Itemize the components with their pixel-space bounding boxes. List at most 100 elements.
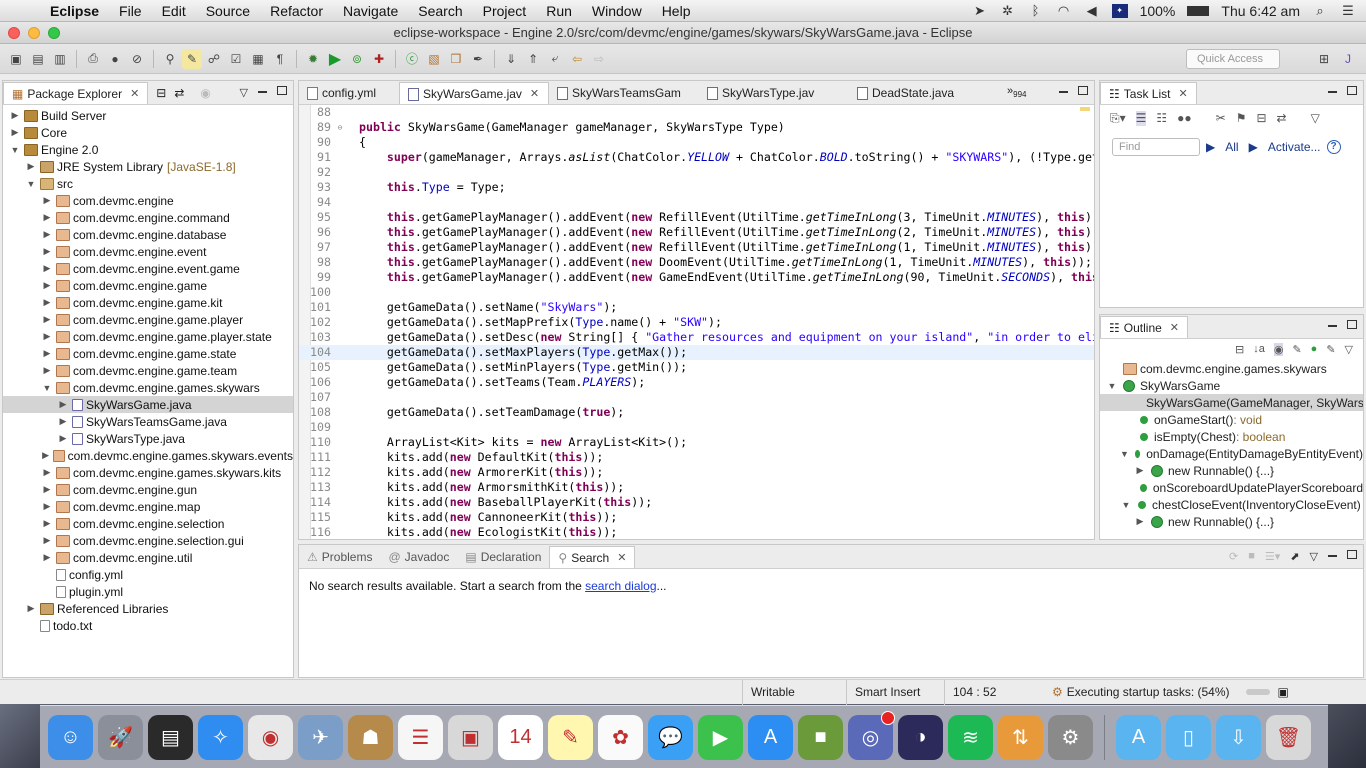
last-edit-icon[interactable]: ⤶ xyxy=(545,49,565,69)
view-menu-chevron-down-icon[interactable]: ▽ xyxy=(1311,111,1320,126)
cancel-search-icon[interactable]: ■ xyxy=(1248,550,1255,563)
tab-problems[interactable]: ⚠ Problems xyxy=(299,546,380,568)
outline-item[interactable]: ▼ onDamage(EntityDamageByEntityEvent) xyxy=(1100,445,1363,462)
new-java-class-icon[interactable]: ⓒ xyxy=(402,49,422,69)
quick-access-input[interactable]: Quick Access xyxy=(1186,49,1280,69)
code-line[interactable]: 109 xyxy=(299,420,1094,435)
chevron-right-icon[interactable]: ▶ xyxy=(41,229,53,240)
outline-item[interactable]: ▼ SkyWarsGame xyxy=(1100,377,1363,394)
view-menu-chevron-down-icon[interactable]: ▽ xyxy=(240,86,248,99)
tree-item[interactable]: ▼ Engine 2.0 xyxy=(3,141,293,158)
hide-fields-icon[interactable]: ◉ xyxy=(1273,343,1284,356)
task-status-text[interactable]: Executing startup tasks: (54%) xyxy=(1067,685,1230,699)
prev-annotation-icon[interactable]: ⇑ xyxy=(523,49,543,69)
tree-item[interactable]: ▶ SkyWarsType.java xyxy=(3,430,293,447)
code-line[interactable]: 103 getGameData().setDesc(new String[] {… xyxy=(299,330,1094,345)
tree-item[interactable]: ▶ com.devmc.engine.util xyxy=(3,549,293,566)
spotlight-search-icon[interactable]: ⌕ xyxy=(1312,3,1328,18)
menu-refactor[interactable]: Refactor xyxy=(260,3,333,19)
highlight-icon[interactable]: ✎ xyxy=(182,48,202,69)
safari-icon[interactable]: ✧ xyxy=(198,714,243,760)
clock[interactable]: Thu 6:42 am xyxy=(1221,3,1300,19)
tab-declaration[interactable]: ▤ Declaration xyxy=(457,546,549,568)
chevron-right-icon[interactable]: ▶ xyxy=(1134,465,1146,476)
photo-booth-icon[interactable]: ▣ xyxy=(448,714,493,760)
save-all-icon[interactable]: ▥ xyxy=(50,49,70,69)
show-ui-legend-icon[interactable]: ⚑ xyxy=(1236,111,1247,126)
java-perspective-icon[interactable]: J xyxy=(1338,49,1358,69)
sort-icon[interactable]: ↓a xyxy=(1253,343,1265,356)
code-line[interactable]: 110 ArrayList<Kit> kits = new ArrayList<… xyxy=(299,435,1094,450)
outline-item[interactable]: ▶ new Runnable() {...} xyxy=(1100,462,1363,479)
run-icon[interactable]: ▶ xyxy=(325,49,345,69)
tree-item[interactable]: ▼ com.devmc.engine.games.skywars xyxy=(3,379,293,396)
chevron-right-icon[interactable]: ▶ xyxy=(41,535,53,546)
editor-tab[interactable]: config.yml xyxy=(299,82,399,104)
focus-workweek-icon[interactable]: ✂ xyxy=(1216,111,1226,126)
eclipse-icon[interactable]: ◑ xyxy=(898,714,943,760)
tree-item[interactable]: ▶ com.devmc.engine.selection.gui xyxy=(3,532,293,549)
hint-icon[interactable]: ⚲ xyxy=(160,49,180,69)
contacts-icon[interactable]: ☗ xyxy=(348,714,393,760)
close-icon[interactable]: ✕ xyxy=(1178,87,1187,100)
code-line[interactable]: 90 { xyxy=(299,135,1094,150)
minimize-view-button[interactable] xyxy=(1328,555,1337,557)
chevron-right-icon[interactable]: ▶ xyxy=(41,484,53,495)
code-line[interactable]: 89 ⊖ public SkyWarsGame(GameManager gameMa… xyxy=(299,120,1094,135)
menu-project[interactable]: Project xyxy=(473,3,537,19)
applications-folder-icon[interactable]: A xyxy=(1116,714,1161,760)
chevron-right-icon[interactable]: ▶ xyxy=(41,450,50,461)
open-perspective-icon[interactable]: ⊞ xyxy=(1314,49,1334,69)
back-icon[interactable]: ⇦ xyxy=(567,49,587,69)
tree-item[interactable]: ▶ com.devmc.engine.database xyxy=(3,226,293,243)
tab-outline[interactable]: ☷ Outline ✕ xyxy=(1100,316,1189,338)
chevron-right-icon[interactable]: ▶ xyxy=(41,467,53,478)
help-icon[interactable]: ? xyxy=(1326,140,1341,154)
code-line[interactable]: 88 xyxy=(299,105,1094,120)
scheduled-icon[interactable]: ☷ xyxy=(1156,111,1167,126)
open-type-icon[interactable]: ❒ xyxy=(446,49,466,69)
close-icon[interactable]: ✕ xyxy=(1170,321,1179,334)
link-editor-icon[interactable]: ⇄ xyxy=(174,86,184,100)
tree-item[interactable]: ▶ com.devmc.engine.map xyxy=(3,498,293,515)
external-tools-icon[interactable]: ✚ xyxy=(369,49,389,69)
messages-icon[interactable]: 💬 xyxy=(648,714,693,760)
tree-item[interactable]: ▶ Referenced Libraries xyxy=(3,600,293,617)
system-preferences-icon[interactable]: ⚙ xyxy=(1048,714,1093,760)
close-icon[interactable]: ✕ xyxy=(130,87,139,100)
tab-task-list[interactable]: ☷ Task List ✕ xyxy=(1100,82,1197,104)
launchpad-icon[interactable]: 🚀 xyxy=(98,714,143,760)
code-line[interactable]: 112 kits.add(new ArmorerKit(this)); xyxy=(299,465,1094,480)
sync-icon[interactable]: ⇄ xyxy=(1277,111,1287,126)
chevron-right-icon[interactable]: ▶ xyxy=(25,603,37,614)
minimize-window-button[interactable] xyxy=(28,26,40,39)
code-line[interactable]: 104 getGameData().setMaxPlayers(Type.get… xyxy=(299,345,1094,360)
task-icon[interactable]: ☑ xyxy=(226,49,246,69)
all-chevron-icon[interactable]: ▶ xyxy=(1206,140,1215,154)
code-line[interactable]: 107 xyxy=(299,390,1094,405)
trash-icon[interactable]: 🗑 xyxy=(1266,714,1311,760)
tab-package-explorer[interactable]: ▦ Package Explorer ✕ xyxy=(3,82,149,104)
collapse-all-icon[interactable]: ⊟ xyxy=(1235,343,1244,356)
chevron-right-icon[interactable]: ▶ xyxy=(57,433,69,444)
app-store-icon[interactable]: A xyxy=(748,714,793,760)
tree-item[interactable]: ▶ com.devmc.engine.game.team xyxy=(3,362,293,379)
overview-ruler-marker[interactable] xyxy=(1080,107,1090,111)
reminders-icon[interactable]: ☰ xyxy=(398,714,443,760)
tree-item[interactable]: ▶ com.devmc.engine.games.skywars.events xyxy=(3,447,293,464)
tree-item[interactable]: ▶ com.devmc.engine.game xyxy=(3,277,293,294)
chevron-right-icon[interactable]: ▶ xyxy=(41,552,53,563)
tree-item[interactable]: ▶ com.devmc.engine.game.player.state xyxy=(3,328,293,345)
notification-center-icon[interactable]: ☰ xyxy=(1340,3,1356,18)
code-line[interactable]: 102 getGameData().setMapPrefix(Type.name… xyxy=(299,315,1094,330)
wifi-icon[interactable]: ◠ xyxy=(1056,3,1072,18)
chevron-down-icon[interactable]: ▼ xyxy=(25,179,37,189)
chevron-right-icon[interactable]: ▶ xyxy=(41,263,53,274)
zoom-window-button[interactable] xyxy=(48,26,60,39)
chevron-right-icon[interactable]: ▶ xyxy=(41,365,53,376)
tree-item[interactable]: todo.txt xyxy=(3,617,293,634)
maximize-view-button[interactable] xyxy=(1347,550,1357,559)
calendar-icon[interactable]: 14 xyxy=(498,714,543,760)
tools-icon[interactable]: ✲ xyxy=(1000,3,1016,18)
synchronize-icon[interactable]: ●● xyxy=(1177,111,1192,126)
